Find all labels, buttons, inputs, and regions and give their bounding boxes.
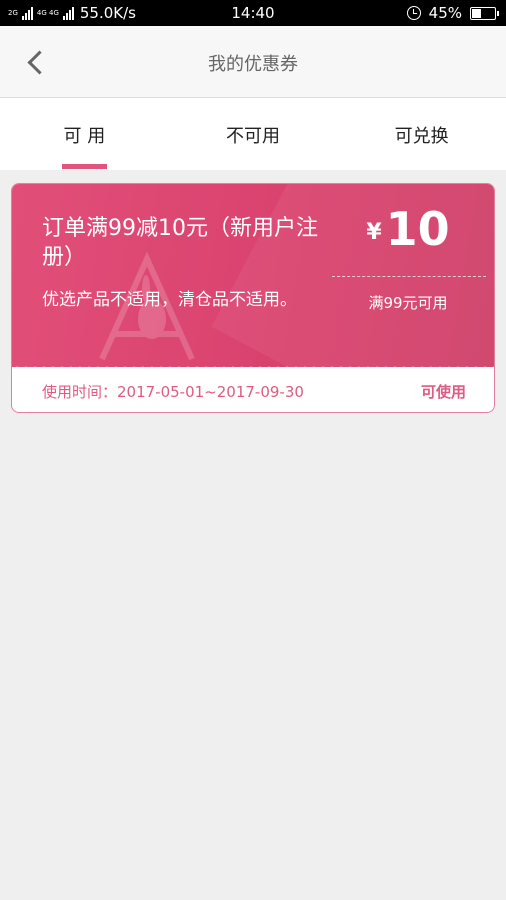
coupon-price: ¥10 [330,202,486,256]
page-title: 我的优惠券 [208,54,298,75]
tab-bar: 可 用 不可用 可兑换 [0,98,506,170]
coupon-status[interactable]: 可使用 [421,381,466,402]
alarm-icon [406,6,421,20]
coupon-amount: 10 [385,202,450,256]
status-right: 45% [406,4,499,22]
tab-redeemable[interactable]: 可兑换 [337,98,506,170]
tab-unavailable[interactable]: 不可用 [169,98,338,170]
status-bar: 2G 4G 4G 55.0K/s 14:40 45% [0,0,506,26]
coupon-bottom: 使用时间：2017-05-01~2017-09-30 可使用 [12,369,494,412]
dashed-divider [332,276,486,277]
coupon-card[interactable]: 订单满99减10元（新用户注册） 优选产品不适用，清仓品不适用。 ¥10 满99… [11,183,495,413]
battery-fill [472,8,482,18]
currency-symbol: ¥ [366,220,382,245]
tab-available[interactable]: 可 用 [0,98,169,170]
coupon-title: 订单满99减10元（新用户注册） [42,216,318,270]
battery-icon [470,6,499,20]
coupon-description: 优选产品不适用，清仓品不适用。 [42,290,297,310]
coupon-top: 订单满99减10元（新用户注册） 优选产品不适用，清仓品不适用。 ¥10 满99… [12,184,494,367]
coupon-condition: 满99元可用 [368,294,448,312]
battery-percent: 45% [428,4,462,22]
nav-header: 我的优惠券 [0,26,506,98]
coupon-validity: 使用时间：2017-05-01~2017-09-30 [42,383,304,401]
